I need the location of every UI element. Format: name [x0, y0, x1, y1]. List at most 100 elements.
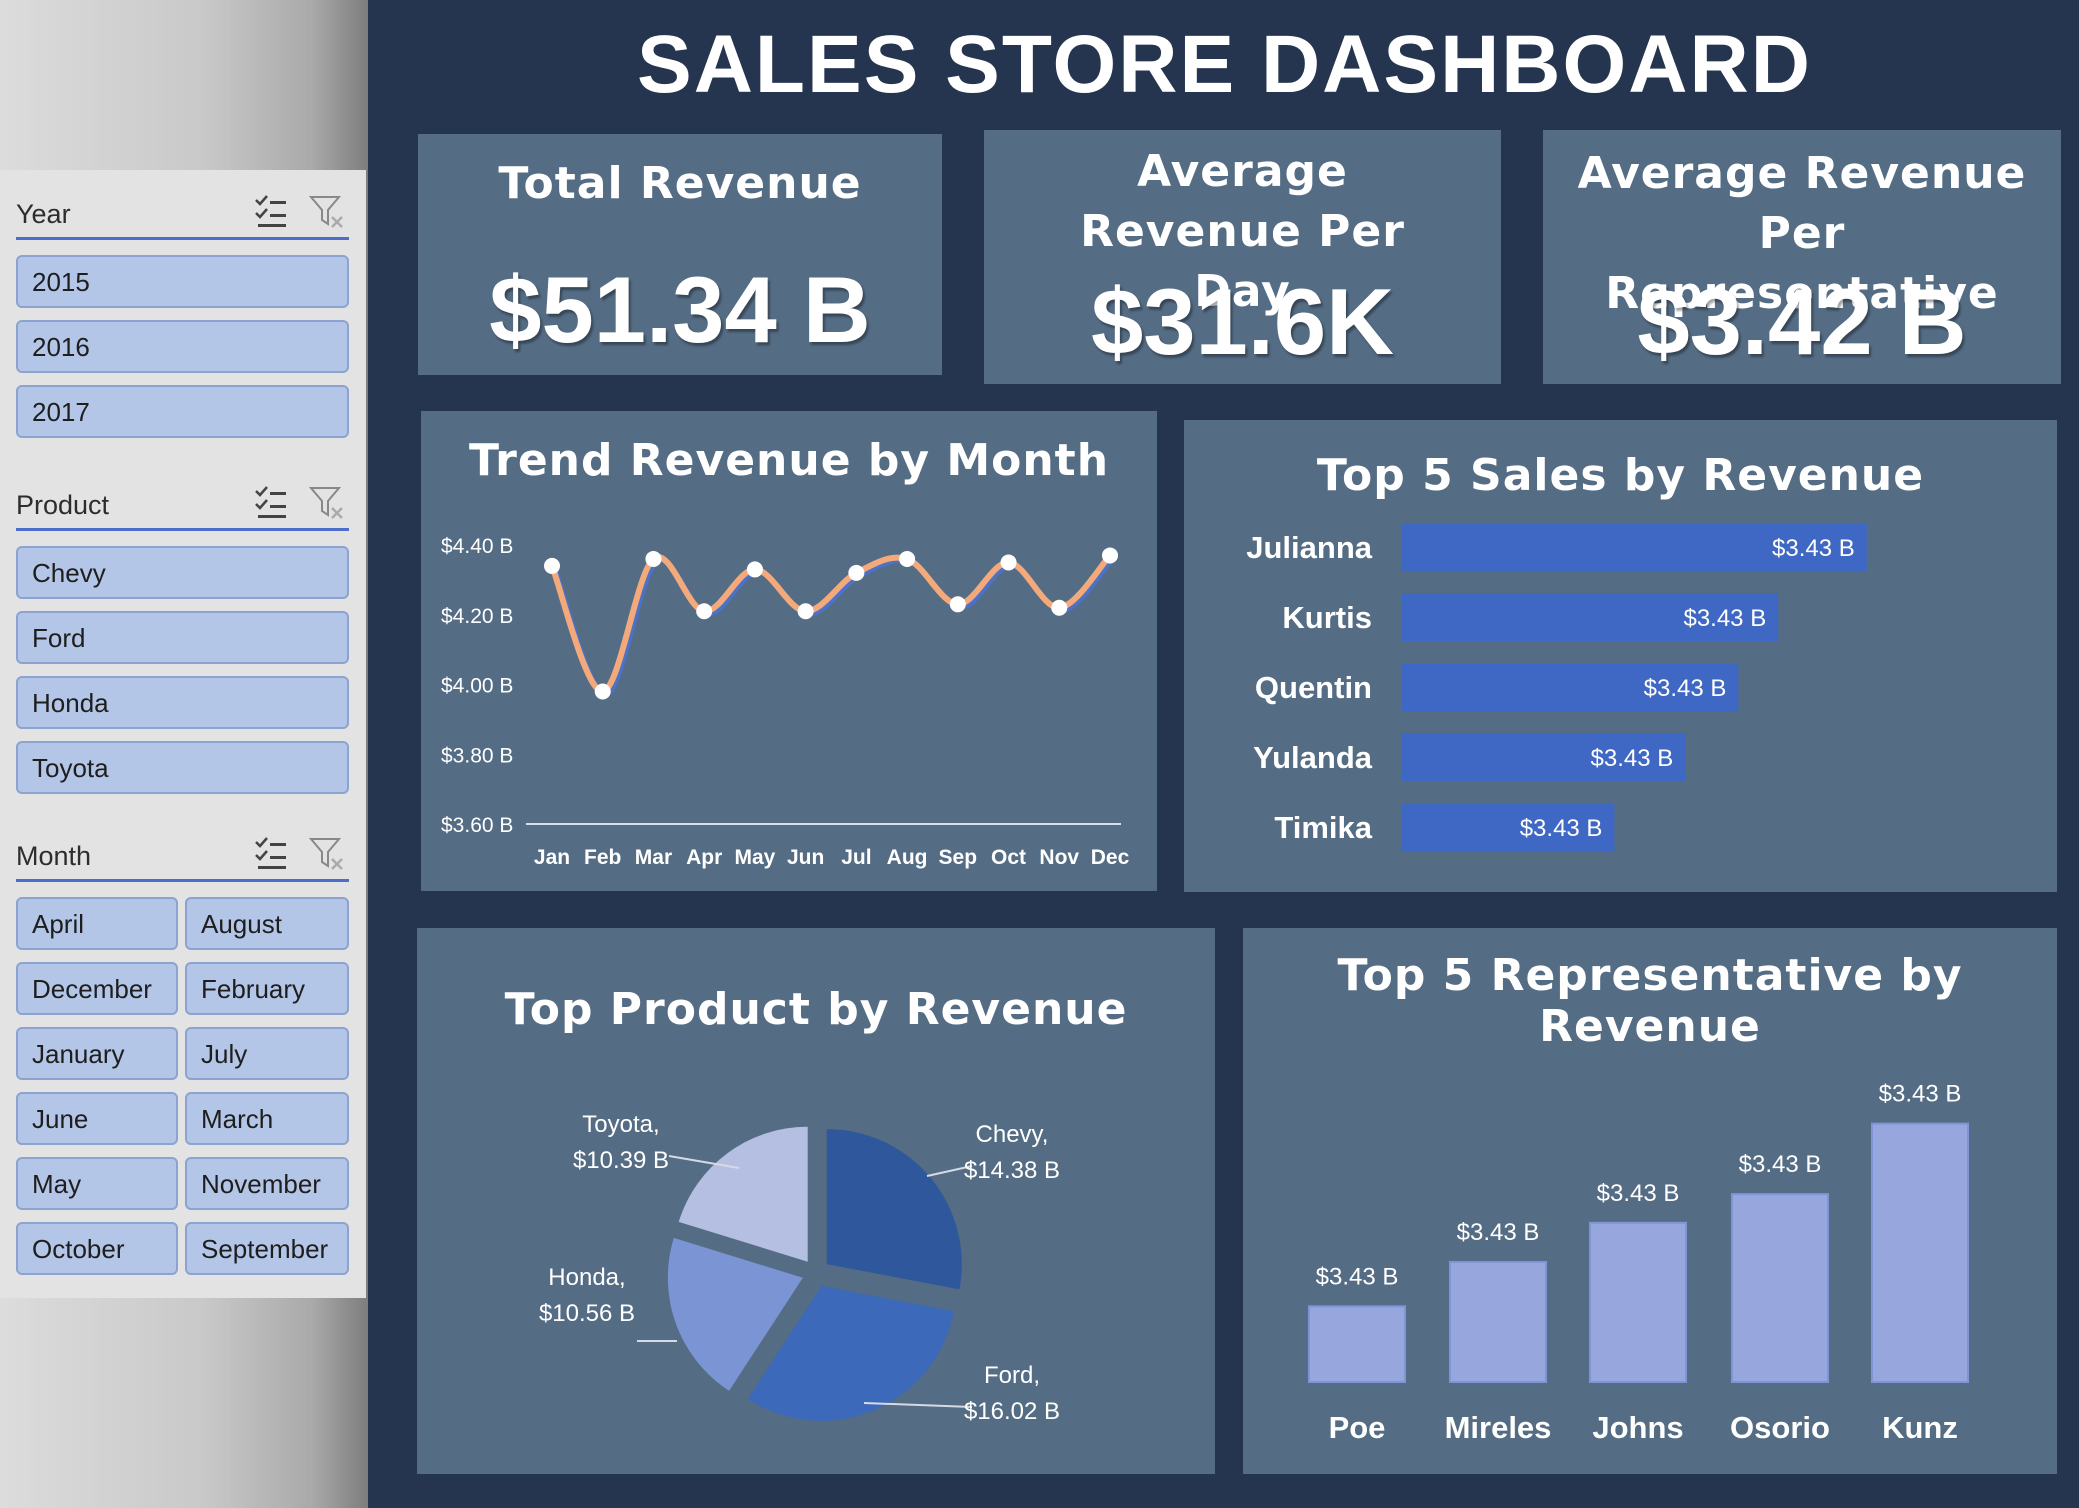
slicer-item-ford[interactable]: Ford — [16, 611, 349, 664]
kpi-card-avg-revenue-day: Average Revenue Per Day $31.6K — [984, 130, 1501, 384]
x-tick-label: Oct — [991, 846, 1026, 869]
x-tick-label: May — [734, 846, 775, 869]
kpi-value: $3.42 B — [1637, 269, 1967, 374]
pie-data-label: Toyota, — [582, 1111, 659, 1138]
trend-point — [544, 557, 560, 574]
pie-slice — [826, 1129, 962, 1290]
y-tick-label: $4.00 B — [441, 675, 513, 698]
top-product-pie-chart: Chevy, $14.38 B Ford, $16.02 B Honda, $10.56 … — [539, 1111, 1060, 1425]
trend-point — [899, 550, 916, 567]
sales-category-label: Quentin — [1255, 670, 1372, 705]
product-slicer-header: Product — [16, 476, 349, 531]
slicer-item-chevy[interactable]: Chevy — [16, 546, 349, 599]
slicer-item-october[interactable]: October — [16, 1222, 178, 1275]
slicer-item-february[interactable]: February — [185, 962, 349, 1015]
slicer-item-may[interactable]: May — [16, 1157, 178, 1210]
slicer-item-2016[interactable]: 2016 — [16, 320, 349, 373]
trend-point — [696, 603, 713, 620]
slicer-item-june[interactable]: June — [16, 1092, 178, 1145]
dashboard-title: SALES STORE DASHBOARD — [637, 19, 1812, 110]
rep-bar — [1308, 1305, 1406, 1384]
slicer-item-toyota[interactable]: Toyota — [16, 741, 349, 794]
rep-bar — [1731, 1193, 1829, 1383]
pie-data-value: $10.56 B — [539, 1300, 635, 1327]
x-tick-label: Jul — [841, 846, 871, 869]
trend-line-chart: $4.40 B $4.20 B $4.00 B $3.80 B $3.60 B Jan Fe… — [441, 535, 1130, 869]
year-slicer-header: Year — [16, 185, 349, 240]
slicer-item-april[interactable]: April — [16, 897, 178, 950]
month-slicer-header: Month — [16, 827, 349, 882]
sales-data-label: $3.43 B — [1520, 815, 1603, 842]
pie-data-label: Honda, — [548, 1264, 625, 1291]
x-tick-label: Dec — [1091, 846, 1130, 869]
slicer-item-november[interactable]: November — [185, 1157, 349, 1210]
slicer-item-december[interactable]: December — [16, 962, 178, 1015]
top-sales-panel: Top 5 Sales by Revenue Julianna $3.43 B Ku… — [1184, 420, 2057, 892]
y-tick-label: $4.40 B — [441, 535, 513, 558]
clear-filter-icon[interactable] — [308, 484, 346, 522]
top-rep-column-chart: $3.43 B Poe $3.43 B Mireles $3.43 B Johns $3.4… — [1308, 1081, 1969, 1445]
rep-bar — [1449, 1260, 1547, 1384]
sales-category-label: Julianna — [1246, 530, 1373, 565]
slicer-item-july[interactable]: July — [185, 1027, 349, 1080]
trend-revenue-panel: Trend Revenue by Month $4.40 B $4.20 B $4.… — [421, 411, 1157, 891]
trend-point — [1000, 554, 1017, 571]
pie-slice — [678, 1126, 808, 1262]
x-tick-label: Nov — [1039, 846, 1079, 869]
kpi-card-avg-revenue-rep: Average Revenue Per Representative $3.42… — [1543, 130, 2061, 384]
x-tick-label: Apr — [686, 846, 722, 869]
rep-data-label: $3.43 B — [1739, 1151, 1822, 1178]
trend-point — [594, 683, 611, 700]
sales-data-label: $3.43 B — [1683, 605, 1766, 632]
x-tick-label: Jun — [787, 846, 824, 869]
rep-category-label: Poe — [1329, 1410, 1386, 1445]
trend-point — [797, 603, 814, 620]
top-sales-bar-chart: Julianna $3.43 B Kurtis $3.43 B Quentin $3.43… — [1246, 523, 1867, 851]
slicer-item-2017[interactable]: 2017 — [16, 385, 349, 438]
sales-data-label: $3.43 B — [1591, 745, 1674, 772]
rep-category-label: Osorio — [1730, 1410, 1830, 1445]
slicer-item-honda[interactable]: Honda — [16, 676, 349, 729]
pie-data-value: $10.39 B — [573, 1147, 669, 1174]
clear-filter-icon[interactable] — [308, 193, 346, 231]
rep-category-label: Mireles — [1445, 1410, 1552, 1445]
trend-point — [949, 596, 966, 613]
pie-data-value: $14.38 B — [964, 1157, 1060, 1184]
rep-bar — [1871, 1122, 1969, 1384]
month-slicer-title: Month — [16, 841, 92, 871]
slicer-item-2015[interactable]: 2015 — [16, 255, 349, 308]
rep-category-label: Johns — [1592, 1410, 1683, 1445]
y-tick-label: $4.20 B — [441, 605, 513, 628]
clear-filter-icon[interactable] — [308, 835, 346, 873]
sales-category-label: Timika — [1274, 810, 1372, 845]
sales-category-label: Kurtis — [1282, 600, 1372, 635]
year-slicer-title: Year — [16, 199, 71, 229]
x-tick-label: Sep — [939, 846, 978, 869]
kpi-card-total-revenue: Total Revenue $51.34 B — [418, 134, 942, 375]
multi-select-icon[interactable] — [252, 193, 290, 231]
multi-select-icon[interactable] — [252, 484, 290, 522]
sales-data-label: $3.43 B — [1772, 535, 1855, 562]
x-tick-label: Mar — [635, 846, 672, 869]
kpi-value: $31.6K — [1090, 269, 1395, 374]
trend-point — [848, 564, 865, 581]
slicer-item-march[interactable]: March — [185, 1092, 349, 1145]
pie-data-value: $16.02 B — [964, 1398, 1060, 1425]
kpi-label: Total Revenue — [498, 158, 862, 209]
y-tick-label: $3.60 B — [441, 814, 513, 837]
sales-category-label: Yulanda — [1253, 740, 1373, 775]
top-product-panel: Top Product by Revenue Chevy, $14.38 B For… — [417, 928, 1215, 1474]
pie-data-label: Ford, — [984, 1362, 1040, 1389]
rep-data-label: $3.43 B — [1457, 1219, 1540, 1246]
multi-select-icon[interactable] — [252, 835, 290, 873]
rep-category-label: Kunz — [1882, 1410, 1958, 1445]
rep-data-label: $3.43 B — [1316, 1263, 1399, 1290]
slicer-item-january[interactable]: January — [16, 1027, 178, 1080]
slicer-panel: Year 2015 2016 2017 Product Chevy Ford H… — [0, 170, 366, 1298]
trend-point — [746, 561, 763, 578]
sales-data-label: $3.43 B — [1644, 675, 1727, 702]
slicer-item-august[interactable]: August — [185, 897, 349, 950]
x-tick-label: Aug — [887, 846, 928, 869]
x-tick-label: Jan — [534, 846, 570, 869]
slicer-item-september[interactable]: September — [185, 1222, 349, 1275]
